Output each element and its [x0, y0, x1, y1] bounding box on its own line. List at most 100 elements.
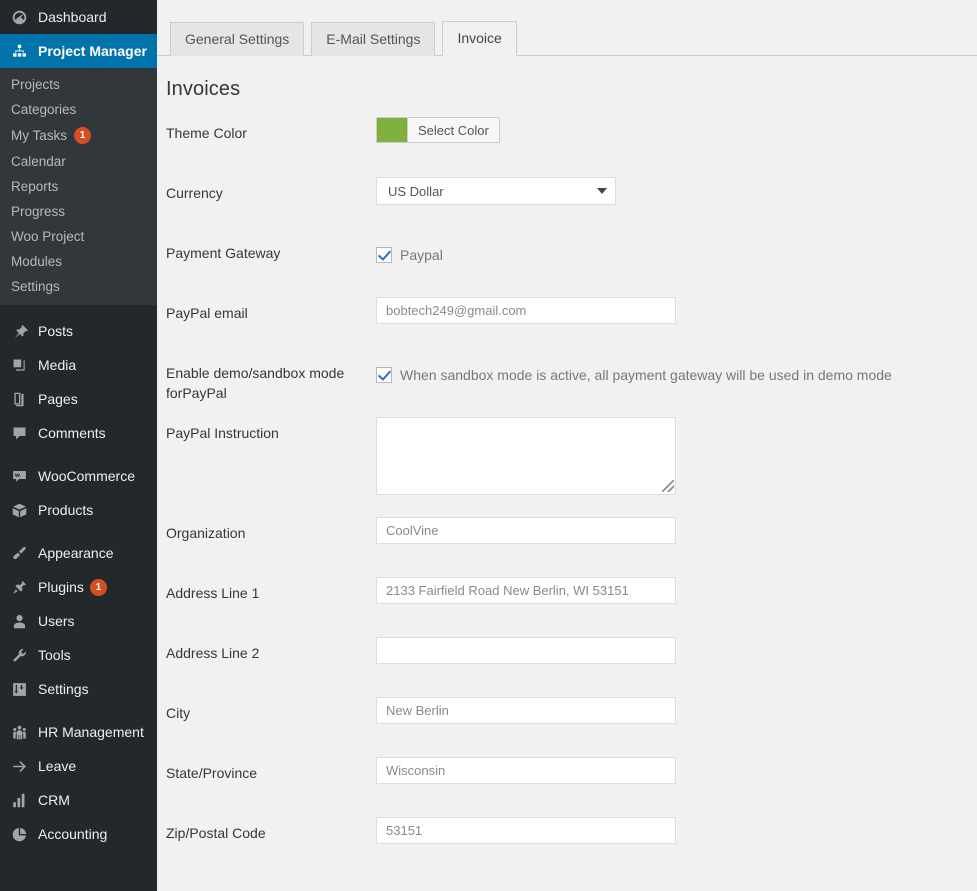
sidebar-item-label: Comments — [38, 425, 106, 441]
sidebar-item-plugins[interactable]: Plugins 1 — [0, 570, 157, 604]
state-province-input[interactable] — [376, 757, 676, 784]
people-icon — [9, 722, 29, 742]
city-input[interactable] — [376, 697, 676, 724]
user-icon — [9, 611, 29, 631]
row-zip-postal-code: Zip/Postal Code — [166, 815, 977, 875]
tab-invoice[interactable]: Invoice — [442, 21, 516, 56]
menu-divider — [0, 450, 157, 459]
comment-icon — [9, 423, 29, 443]
sidebar-item-media[interactable]: Media — [0, 348, 157, 382]
admin-sidebar: Dashboard Project Manager Projects Categ… — [0, 0, 157, 891]
sidebar-item-projects[interactable]: Projects — [0, 72, 157, 97]
sidebar-item-comments[interactable]: Comments — [0, 416, 157, 450]
my-tasks-badge: 1 — [74, 127, 91, 144]
currency-label: Currency — [166, 175, 376, 203]
sidebar-item-label: Media — [38, 357, 76, 373]
address-line-1-label: Address Line 1 — [166, 575, 376, 603]
row-theme-color: Theme Color Select Color — [166, 115, 977, 175]
sidebar-item-users[interactable]: Users — [0, 604, 157, 638]
paypal-checkbox-label: Paypal — [400, 247, 443, 263]
sidebar-item-woocommerce[interactable]: WooCommerce — [0, 459, 157, 493]
sidebar-item-crm[interactable]: CRM — [0, 783, 157, 817]
sidebar-item-label: Accounting — [38, 826, 107, 842]
pin-icon — [9, 321, 29, 341]
row-organization: Organization — [166, 515, 977, 575]
sidebar-item-posts[interactable]: Posts — [0, 314, 157, 348]
sidebar-item-label: Dashboard — [38, 9, 107, 25]
box-icon — [9, 500, 29, 520]
sidebar-item-label: Tools — [38, 647, 71, 663]
state-province-label: State/Province — [166, 755, 376, 783]
menu-divider — [0, 527, 157, 536]
row-state-province: State/Province — [166, 755, 977, 815]
sidebar-item-label: Plugins — [38, 579, 84, 595]
sidebar-subitem-label: Projects — [11, 77, 60, 92]
sidebar-subitem-label: Progress — [11, 204, 65, 219]
sandbox-mode-label: Enable demo/sandbox mode forPayPal — [166, 355, 376, 403]
sidebar-item-appearance[interactable]: Appearance — [0, 536, 157, 570]
sidebar-item-my-tasks[interactable]: My Tasks 1 — [0, 122, 157, 149]
project-manager-submenu: Projects Categories My Tasks 1 Calendar … — [0, 68, 157, 305]
sidebar-item-pages[interactable]: Pages — [0, 382, 157, 416]
theme-color-swatch — [377, 118, 407, 142]
paypal-email-input[interactable] — [376, 297, 676, 324]
sidebar-subitem-label: Reports — [11, 179, 58, 194]
address-line-1-input[interactable] — [376, 577, 676, 604]
address-line-2-input[interactable] — [376, 637, 676, 664]
sidebar-item-modules[interactable]: Modules — [0, 249, 157, 274]
row-paypal-email: PayPal email — [166, 295, 977, 355]
sidebar-item-label: Pages — [38, 391, 78, 407]
media-icon — [9, 355, 29, 375]
sidebar-item-accounting[interactable]: Accounting — [0, 817, 157, 851]
organization-label: Organization — [166, 515, 376, 543]
sliders-icon — [9, 679, 29, 699]
sidebar-subitem-label: Modules — [11, 254, 62, 269]
row-payment-gateway: Payment Gateway Paypal — [166, 235, 977, 295]
sidebar-item-progress[interactable]: Progress — [0, 199, 157, 224]
plugins-badge: 1 — [90, 579, 107, 596]
dashboard-gauge-icon — [9, 7, 29, 27]
sidebar-item-dashboard[interactable]: Dashboard — [0, 0, 157, 34]
sidebar-item-label: Appearance — [38, 545, 114, 561]
sidebar-item-hr-management[interactable]: HR Management — [0, 715, 157, 749]
sidebar-item-label: Users — [38, 613, 75, 629]
tab-email-settings[interactable]: E-Mail Settings — [311, 22, 435, 56]
zip-postal-code-input[interactable] — [376, 817, 676, 844]
admin-page: Dashboard Project Manager Projects Categ… — [0, 0, 977, 891]
sidebar-item-label: Project Manager — [38, 43, 147, 59]
row-address-line-2: Address Line 2 — [166, 635, 977, 695]
menu-divider — [0, 305, 157, 314]
sidebar-item-categories[interactable]: Categories — [0, 97, 157, 122]
sidebar-item-products[interactable]: Products — [0, 493, 157, 527]
sandbox-checkbox[interactable] — [376, 367, 392, 383]
sidebar-item-calendar[interactable]: Calendar — [0, 149, 157, 174]
sidebar-item-settings-pm[interactable]: Settings — [0, 274, 157, 299]
sidebar-subitem-label: Calendar — [11, 154, 66, 169]
sidebar-item-settings[interactable]: Settings — [0, 672, 157, 706]
sidebar-subitem-label: Categories — [11, 102, 76, 117]
sidebar-item-project-manager[interactable]: Project Manager — [0, 34, 157, 68]
currency-select[interactable]: US Dollar — [376, 177, 616, 205]
paypal-email-label: PayPal email — [166, 295, 376, 323]
sidebar-item-woo-project[interactable]: Woo Project — [0, 224, 157, 249]
select-color-button[interactable]: Select Color — [376, 117, 500, 143]
row-city: City — [166, 695, 977, 755]
plug-icon — [9, 577, 29, 597]
tab-general-settings[interactable]: General Settings — [170, 22, 304, 56]
paypal-instruction-textarea[interactable] — [376, 417, 676, 495]
paypal-instruction-label: PayPal Instruction — [166, 415, 376, 443]
sidebar-item-label: CRM — [38, 792, 70, 808]
organization-input[interactable] — [376, 517, 676, 544]
sidebar-subitem-label: Woo Project — [11, 229, 84, 244]
paintbrush-icon — [9, 543, 29, 563]
invoice-settings-form: Theme Color Select Color Currency US Dol… — [157, 101, 977, 875]
city-label: City — [166, 695, 376, 723]
sidebar-item-reports[interactable]: Reports — [0, 174, 157, 199]
pages-icon — [9, 389, 29, 409]
sidebar-item-tools[interactable]: Tools — [0, 638, 157, 672]
payment-gateway-label: Payment Gateway — [166, 235, 376, 263]
sidebar-item-label: Leave — [38, 758, 76, 774]
sidebar-item-leave[interactable]: Leave — [0, 749, 157, 783]
sidebar-subitem-label: My Tasks — [11, 128, 67, 143]
paypal-checkbox[interactable] — [376, 247, 392, 263]
